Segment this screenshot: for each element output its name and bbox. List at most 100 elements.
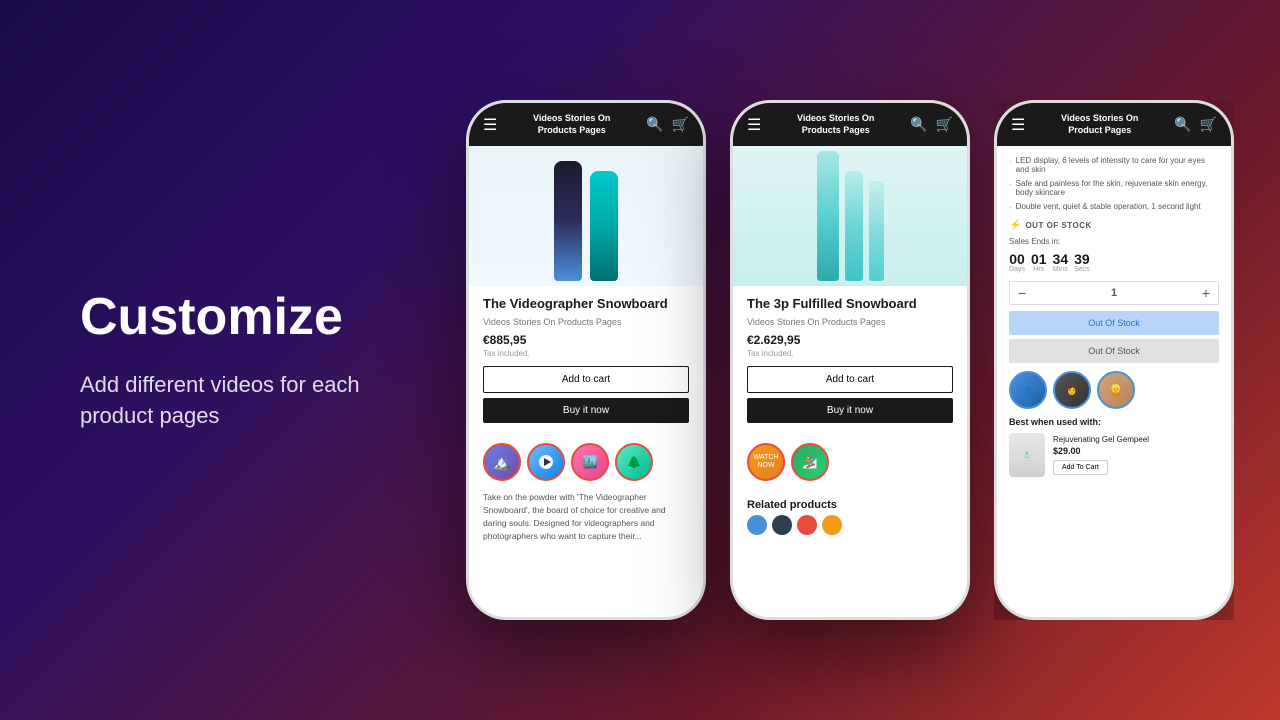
story-video-2[interactable]: 🏂 <box>791 443 829 481</box>
left-section: Customize Add different videos for each … <box>0 229 420 492</box>
cart-icon-3[interactable]: 🛒 <box>1200 116 1217 133</box>
phone-3-topbar: ☰ Videos Stories OnProduct Pages 🔍 🛒 <box>997 103 1231 146</box>
topbar-icons-2: 🔍 🛒 <box>910 116 953 133</box>
color-dot-1[interactable] <box>747 515 767 535</box>
story-circle-4[interactable]: 🌲 <box>615 443 653 481</box>
sales-ends-label: Sales Ends in: <box>1009 237 1219 246</box>
story-circle-1[interactable]: 🏔️ <box>483 443 521 481</box>
story-circles-2: WATCH NOW 🏂 <box>733 443 967 481</box>
price-2: €2.629,95 <box>747 333 953 347</box>
avatar-3[interactable]: 👱 <box>1097 371 1135 409</box>
mins-label: Mins <box>1053 266 1069 273</box>
menu-icon-3[interactable]: ☰ <box>1011 115 1025 135</box>
avatar-2[interactable]: 👩 <box>1053 371 1091 409</box>
play-overlay <box>539 455 553 469</box>
store-name-1: Videos Stories OnProducts Pages <box>497 113 646 136</box>
best-with-title: Best when used with: <box>1009 417 1219 427</box>
search-icon-3[interactable]: 🔍 <box>1174 116 1191 133</box>
countdown: 00 Days 01 Hrs 34 Mins 39 Secs <box>1009 252 1219 273</box>
store-name-3: Videos Stories OnProduct Pages <box>1025 113 1174 136</box>
cart-icon-2[interactable]: 🛒 <box>936 116 953 133</box>
bullet-dot-1: · <box>1009 157 1012 166</box>
store-label-1: Videos Stories On Products Pages <box>483 317 689 327</box>
related-item-name: Rejuvenating Gel Gempeel <box>1053 435 1219 444</box>
out-of-stock-btn-2[interactable]: Out Of Stock <box>1009 339 1219 363</box>
count-mins: 34 Mins <box>1053 252 1069 273</box>
bullet-text-1: LED display, 6 levels of intensity to ca… <box>1016 156 1219 174</box>
secs-label: Secs <box>1074 266 1090 273</box>
cart-icon[interactable]: 🛒 <box>672 116 689 133</box>
related-products-title: Related products <box>733 491 967 515</box>
topbar-icons-3: 🔍 🛒 <box>1174 116 1217 133</box>
out-of-stock-badge: ⚡ OUT OF STOCK <box>1009 220 1219 231</box>
qty-increase[interactable]: + <box>1202 285 1210 301</box>
phone-2-content: The 3p Fulfilled Snowboard Videos Storie… <box>733 146 967 616</box>
board-big <box>817 151 839 281</box>
related-item-info: Rejuvenating Gel Gempeel $29.00 Add To C… <box>1053 435 1219 475</box>
phone-1-topbar: ☰ Videos Stories OnProducts Pages 🔍 🛒 <box>469 103 703 146</box>
product-info-2: The 3p Fulfilled Snowboard Videos Storie… <box>733 286 967 443</box>
story-circle-2[interactable]: ❄️ <box>527 443 565 481</box>
count-hrs: 01 Hrs <box>1031 252 1047 273</box>
product-title-2: The 3p Fulfilled Snowboard <box>747 296 953 313</box>
secs-value: 39 <box>1074 252 1090 266</box>
phone-2-topbar: ☰ Videos Stories OnProducts Pages 🔍 🛒 <box>733 103 967 146</box>
tax-info-2: Tax included. <box>747 349 953 358</box>
avatar-circles: 👤 👩 👱 <box>1009 371 1219 409</box>
phones-section: ☰ Videos Stories OnProducts Pages 🔍 🛒 Th… <box>420 80 1280 640</box>
bullet-text-3: Double vent, quiet & stable operation, 1… <box>1016 202 1201 211</box>
related-item-add-btn[interactable]: Add To Cart <box>1053 460 1108 475</box>
store-name-2: Videos Stories OnProducts Pages <box>761 113 910 136</box>
board-small <box>869 181 884 281</box>
menu-icon[interactable]: ☰ <box>483 115 497 135</box>
buy-it-now-btn-2[interactable]: Buy it now <box>747 398 953 423</box>
add-to-cart-btn-2[interactable]: Add to cart <box>747 366 953 393</box>
phone-1: ☰ Videos Stories OnProducts Pages 🔍 🛒 Th… <box>466 100 706 620</box>
bullet-dot-3: · <box>1009 203 1012 212</box>
mins-value: 34 <box>1053 252 1069 266</box>
hrs-label: Hrs <box>1031 266 1047 273</box>
related-item-price: $29.00 <box>1053 446 1219 456</box>
price-1: €885,95 <box>483 333 689 347</box>
add-to-cart-btn-1[interactable]: Add to cart <box>483 366 689 393</box>
color-dot-2[interactable] <box>772 515 792 535</box>
color-dot-3[interactable] <box>797 515 817 535</box>
days-value: 00 <box>1009 252 1025 266</box>
product-image-area-1 <box>469 146 703 286</box>
count-secs: 39 Secs <box>1074 252 1090 273</box>
product-info-1: The Videographer Snowboard Videos Storie… <box>469 286 703 443</box>
bullet-text-2: Safe and painless for the skin, rejuvena… <box>1016 179 1219 197</box>
phone-1-content: The Videographer Snowboard Videos Storie… <box>469 146 703 616</box>
buy-it-now-btn-1[interactable]: Buy it now <box>483 398 689 423</box>
product-title-1: The Videographer Snowboard <box>483 296 689 313</box>
out-of-stock-btn-1[interactable]: Out Of Stock <box>1009 311 1219 335</box>
main-title: Customize <box>80 289 360 346</box>
sub-text: Add different videos for each product pa… <box>80 370 360 432</box>
bottle-icon: 🧴 <box>1023 452 1030 459</box>
out-of-stock-text: OUT OF STOCK <box>1025 221 1091 230</box>
color-dots <box>733 515 967 535</box>
phone-3: ☰ Videos Stories OnProduct Pages 🔍 🛒 · L… <box>994 100 1234 620</box>
bullet-3: · Double vent, quiet & stable operation,… <box>1009 202 1219 212</box>
related-item: 🧴 Rejuvenating Gel Gempeel $29.00 Add To… <box>1009 433 1219 477</box>
qty-value: 1 <box>1111 287 1117 299</box>
bullet-dot-2: · <box>1009 180 1012 189</box>
board-teal <box>590 171 618 281</box>
phone-3-content: · LED display, 6 levels of intensity to … <box>997 146 1231 616</box>
qty-decrease[interactable]: − <box>1018 285 1026 301</box>
avatar-1[interactable]: 👤 <box>1009 371 1047 409</box>
bullet-2: · Safe and painless for the skin, rejuve… <box>1009 179 1219 197</box>
related-item-image: 🧴 <box>1009 433 1045 477</box>
menu-icon-2[interactable]: ☰ <box>747 115 761 135</box>
board-med <box>845 171 863 281</box>
story-circles-1: 🏔️ ❄️ 🏙️ 🌲 <box>469 443 703 481</box>
topbar-icons: 🔍 🛒 <box>646 116 689 133</box>
search-icon-2[interactable]: 🔍 <box>910 116 927 133</box>
hrs-value: 01 <box>1031 252 1047 266</box>
story-circle-3[interactable]: 🏙️ <box>571 443 609 481</box>
search-icon[interactable]: 🔍 <box>646 116 663 133</box>
story-video-1[interactable]: WATCH NOW <box>747 443 785 481</box>
count-days: 00 Days <box>1009 252 1025 273</box>
quantity-row: − 1 + <box>1009 281 1219 305</box>
color-dot-4[interactable] <box>822 515 842 535</box>
